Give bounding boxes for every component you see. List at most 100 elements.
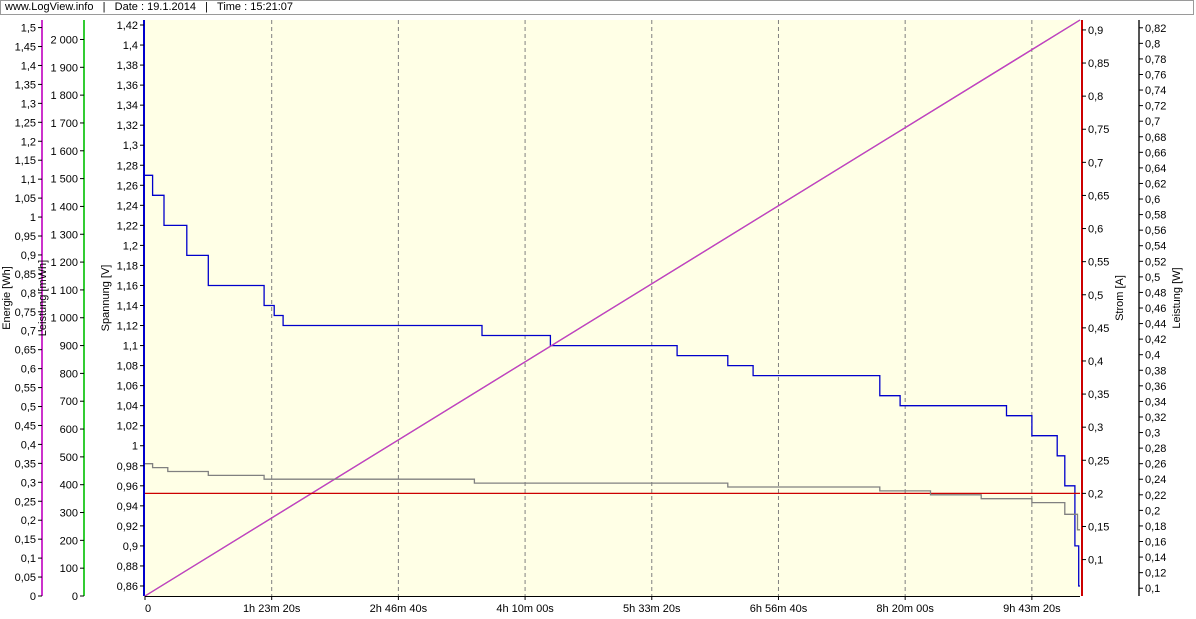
time-label: Time : 15:21:07 <box>217 1 294 13</box>
tick-label-leistung_mwh: 300 <box>60 508 78 520</box>
tick-label-leistung_mwh: 2 000 <box>50 34 78 46</box>
tick-label-energie: 0,95 <box>15 231 36 243</box>
tick-label-spannung: 1,3 <box>123 140 138 152</box>
tick-label-spannung: 1,32 <box>117 120 138 132</box>
tick-label-leistung_w: 0,12 <box>1145 568 1166 580</box>
tick-label-leistung_w: 0,34 <box>1145 396 1166 408</box>
tick-label-strom: 0,45 <box>1088 323 1109 335</box>
tick-label-leistung_w: 0,32 <box>1145 412 1166 424</box>
tick-label-leistung_mwh: 1 500 <box>50 174 78 186</box>
tick-label-leistung_w: 0,64 <box>1145 163 1166 175</box>
tick-label-leistung_mwh: 400 <box>60 480 78 492</box>
tick-label-strom: 0,35 <box>1088 389 1109 401</box>
tick-label-spannung: 1,42 <box>117 20 138 32</box>
tick-label-energie: 0,3 <box>21 477 36 489</box>
site-label: www.LogView.info <box>5 1 94 13</box>
tick-label-spannung: 1,18 <box>117 260 138 272</box>
tick-label-leistung_w: 0,14 <box>1145 552 1166 564</box>
tick-label-spannung: 0,94 <box>117 501 138 513</box>
tick-label-leistung_w: 0,24 <box>1145 474 1166 486</box>
x-axis: 0 1h 23m 20s 2h 46m 40s 4h 10m 00s 5h 33m 20… <box>144 596 1080 615</box>
tick-label-energie: 0,9 <box>21 250 36 262</box>
tick-label-spannung: 0,98 <box>117 461 138 473</box>
axis-title-strom: Strom [A] <box>1114 275 1126 321</box>
tick-label-spannung: 1,14 <box>117 300 138 312</box>
x-tick-label: 5h 33m 20s <box>623 603 681 615</box>
tick-label-energie: 0,65 <box>15 345 36 357</box>
tick-label-energie: 1,4 <box>21 60 36 72</box>
tick-label-leistung_mwh: 900 <box>60 341 78 353</box>
tick-label-strom: 0,8 <box>1088 91 1103 103</box>
tick-label-spannung: 1,24 <box>117 200 138 212</box>
tick-label-spannung: 1,04 <box>117 401 138 413</box>
axis-leistung_mwh: 0 100 200 300 400 500 600 700 800 900 1 000 1 100 1 … <box>50 20 85 603</box>
tick-label-spannung: 1,34 <box>117 100 138 112</box>
tick-label-spannung: 0,92 <box>117 521 138 533</box>
tick-label-energie: 0,75 <box>15 307 36 319</box>
tick-label-strom: 0,25 <box>1088 455 1109 467</box>
tick-label-leistung_w: 0,2 <box>1145 505 1160 517</box>
tick-label-spannung: 0,88 <box>117 561 138 573</box>
tick-label-energie: 0,05 <box>15 572 36 584</box>
tick-label-strom: 0,5 <box>1088 290 1103 302</box>
tick-label-energie: 1,15 <box>15 155 36 167</box>
tick-label-strom: 0,9 <box>1088 25 1103 37</box>
title-bar: www.LogView.info | Date : 19.1.2014 | Ti… <box>0 0 1194 15</box>
tick-label-spannung: 1,02 <box>117 421 138 433</box>
x-tick-label: 8h 20m 00s <box>876 603 934 615</box>
tick-label-strom: 0,6 <box>1088 224 1103 236</box>
tick-label-leistung_w: 0,44 <box>1145 319 1166 331</box>
axis-title-spannung: Spannung [V] <box>100 265 112 332</box>
tick-label-energie: 1,45 <box>15 42 36 54</box>
tick-label-leistung_mwh: 1 200 <box>50 257 78 269</box>
tick-label-leistung_w: 0,46 <box>1145 303 1166 315</box>
tick-label-strom: 0,7 <box>1088 157 1103 169</box>
tick-label-leistung_mwh: 800 <box>60 368 78 380</box>
tick-label-energie: 0,1 <box>21 553 36 565</box>
tick-label-leistung_w: 0,74 <box>1145 85 1166 97</box>
tick-label-energie: 0,8 <box>21 288 36 300</box>
tick-label-leistung_w: 0,3 <box>1145 428 1160 440</box>
tick-label-energie: 0,35 <box>15 458 36 470</box>
tick-label-leistung_w: 0,4 <box>1145 350 1160 362</box>
tick-label-strom: 0,55 <box>1088 257 1109 269</box>
tick-label-leistung_w: 0,42 <box>1145 334 1166 346</box>
tick-label-leistung_w: 0,5 <box>1145 272 1160 284</box>
tick-label-strom: 0,65 <box>1088 190 1109 202</box>
tick-label-leistung_mwh: 200 <box>60 535 78 547</box>
tick-label-leistung_w: 0,26 <box>1145 459 1166 471</box>
tick-label-leistung_mwh: 100 <box>60 563 78 575</box>
tick-label-leistung_mwh: 1 700 <box>50 118 78 130</box>
axis-title-leistung-w: Leistung [W] <box>1171 267 1183 328</box>
tick-label-leistung_mwh: 1 800 <box>50 90 78 102</box>
tick-label-leistung_mwh: 1 000 <box>50 313 78 325</box>
tick-label-leistung_w: 0,48 <box>1145 287 1166 299</box>
x-tick-label: 2h 46m 40s <box>370 603 428 615</box>
tick-label-leistung_mwh: 700 <box>60 396 78 408</box>
tick-label-energie: 1,05 <box>15 193 36 205</box>
axis-title-leistung-mwh: Leistung [mWh] <box>37 260 49 336</box>
tick-label-spannung: 1,1 <box>123 341 138 353</box>
date-label: Date : 19.1.2014 <box>114 1 197 13</box>
tick-label-energie: 1,1 <box>21 174 36 186</box>
tick-label-leistung_mwh: 1 600 <box>50 146 78 158</box>
tick-label-spannung: 1,22 <box>117 220 138 232</box>
x-tick-label: 0 <box>145 603 151 615</box>
tick-label-spannung: 1,36 <box>117 80 138 92</box>
tick-label-leistung_w: 0,28 <box>1145 443 1166 455</box>
tick-label-strom: 0,2 <box>1088 488 1103 500</box>
tick-label-leistung_w: 0,7 <box>1145 116 1160 128</box>
tick-label-spannung: 1,08 <box>117 361 138 373</box>
tick-label-energie: 1,25 <box>15 117 36 129</box>
tick-label-spannung: 1,06 <box>117 381 138 393</box>
tick-label-energie: 0,15 <box>15 534 36 546</box>
tick-label-leistung_mwh: 1 400 <box>50 201 78 213</box>
tick-label-leistung_mwh: 1 900 <box>50 62 78 74</box>
tick-label-leistung_w: 0,68 <box>1145 132 1166 144</box>
tick-label-energie: 0,45 <box>15 420 36 432</box>
tick-label-spannung: 1,4 <box>123 40 138 52</box>
tick-label-leistung_w: 0,58 <box>1145 210 1166 222</box>
tick-label-strom: 0,4 <box>1088 356 1103 368</box>
tick-label-strom: 0,15 <box>1088 521 1109 533</box>
tick-label-spannung: 1 <box>132 441 138 453</box>
